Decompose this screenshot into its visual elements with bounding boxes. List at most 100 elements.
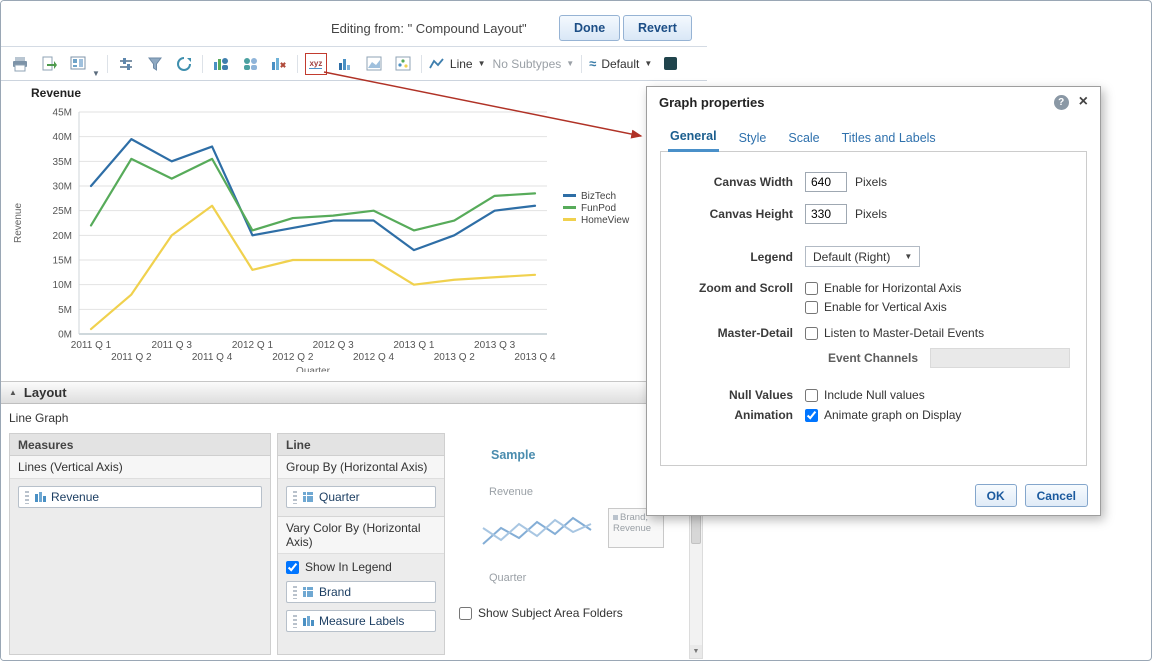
toolbar-separator bbox=[106, 54, 108, 73]
toolbar-separator bbox=[201, 54, 203, 73]
graph-type-select[interactable]: Line ▼ bbox=[429, 57, 486, 71]
toolbar-separator bbox=[420, 54, 422, 73]
animate-graph-checkbox[interactable]: Animate graph on Display bbox=[805, 408, 961, 422]
legend-dropdown[interactable]: Default (Right) ▼ bbox=[805, 246, 921, 267]
svg-text:2011 Q 1: 2011 Q 1 bbox=[71, 340, 112, 351]
print-icon[interactable] bbox=[9, 53, 31, 75]
svg-text:40M: 40M bbox=[53, 132, 72, 143]
include-null-values-checkbox[interactable]: Include Null values bbox=[805, 388, 925, 402]
svg-text:0M: 0M bbox=[58, 330, 72, 341]
event-channels-input[interactable] bbox=[930, 348, 1070, 368]
scatter-graph-icon[interactable] bbox=[392, 53, 414, 75]
bar-graph-icon[interactable] bbox=[334, 53, 356, 75]
event-channels-label: Event Channels bbox=[827, 351, 918, 365]
layout-panel-header[interactable]: ▲ Layout bbox=[1, 381, 707, 404]
toolbar-separator bbox=[581, 54, 583, 73]
filters-icon[interactable] bbox=[144, 53, 166, 75]
close-icon[interactable]: × bbox=[1079, 94, 1088, 110]
ok-button[interactable]: OK bbox=[974, 484, 1017, 507]
export-icon[interactable] bbox=[38, 53, 60, 75]
graph-editor-toolbar: ▼ xyz Line ▼ No Subtypes ▼ ≈ Default ▼ bbox=[1, 47, 707, 81]
measure-pill-revenue[interactable]: Revenue bbox=[18, 486, 262, 508]
tab-general[interactable]: General bbox=[668, 125, 719, 152]
dialog-tabs: General Style Scale Titles and Labels bbox=[660, 125, 1087, 152]
cancel-button[interactable]: Cancel bbox=[1024, 484, 1088, 507]
pixels-label: Pixels bbox=[855, 175, 888, 189]
pixels-label: Pixels bbox=[855, 207, 888, 221]
svg-text:15M: 15M bbox=[53, 256, 72, 267]
svg-text:5M: 5M bbox=[58, 305, 72, 316]
svg-text:Revenue: Revenue bbox=[13, 203, 24, 243]
refresh-icon[interactable] bbox=[173, 53, 195, 75]
svg-text:HomeView: HomeView bbox=[581, 215, 630, 226]
delete-view-icon[interactable] bbox=[268, 53, 290, 75]
duplicate-view-icon[interactable] bbox=[239, 53, 261, 75]
lines-vertical-axis-label: Lines (Vertical Axis) bbox=[10, 456, 270, 479]
drag-grip-icon bbox=[293, 585, 297, 599]
vary-color-pill-brand[interactable]: Brand bbox=[286, 581, 436, 603]
enable-vertical-axis-checkbox[interactable]: Enable for Vertical Axis bbox=[805, 300, 961, 314]
tab-style[interactable]: Style bbox=[737, 127, 769, 151]
column-icon bbox=[303, 616, 314, 626]
svg-text:2012 Q 2: 2012 Q 2 bbox=[272, 352, 314, 363]
sample-mini-chart bbox=[482, 516, 592, 545]
dashboard-preview-icon[interactable] bbox=[67, 53, 89, 75]
dialog-buttons: OK Cancel bbox=[974, 484, 1088, 507]
prompts-icon[interactable] bbox=[115, 53, 137, 75]
graph-view: Revenue 0M 5M 10M 15M 20M 25M 30M 35M 40M 45M 2011… bbox=[1, 81, 707, 381]
group-by-pill-quarter[interactable]: Quarter bbox=[286, 486, 436, 508]
svg-text:25M: 25M bbox=[53, 206, 72, 217]
svg-text:30M: 30M bbox=[53, 182, 72, 193]
application-window: Editing from: " Compound Layout" Done Re… bbox=[0, 0, 1152, 661]
enable-horizontal-axis-checkbox[interactable]: Enable for Horizontal Axis bbox=[805, 281, 961, 295]
svg-text:2012 Q 3: 2012 Q 3 bbox=[313, 340, 355, 351]
graph-style-select[interactable]: ≈ Default ▼ bbox=[589, 56, 652, 71]
chevron-down-icon: ▼ bbox=[566, 59, 575, 68]
master-detail-label: Master-Detail bbox=[717, 326, 793, 340]
editing-from-label: Editing from: " Compound Layout" bbox=[331, 21, 527, 36]
column-icon bbox=[303, 492, 313, 502]
sample-x-label: Quarter bbox=[489, 572, 527, 584]
zoom-and-scroll-label: Zoom and Scroll bbox=[698, 281, 793, 295]
toolbar-separator bbox=[296, 54, 298, 73]
chevron-down-icon: ▼ bbox=[644, 59, 653, 68]
revert-button[interactable]: Revert bbox=[623, 15, 692, 41]
chevron-down-icon: ▼ bbox=[904, 252, 913, 261]
show-in-legend-checkbox[interactable]: Show In Legend bbox=[286, 560, 436, 574]
help-icon[interactable]: ? bbox=[1053, 94, 1069, 110]
graph-properties-dialog: Graph properties ? × General Style Scale… bbox=[646, 86, 1101, 516]
fill-color-icon[interactable] bbox=[659, 53, 681, 75]
sample-y-label: Revenue bbox=[489, 486, 534, 498]
area-graph-icon[interactable] bbox=[363, 53, 385, 75]
column-icon bbox=[303, 587, 313, 597]
tab-titles-and-labels[interactable]: Titles and Labels bbox=[840, 127, 938, 151]
graph-properties-icon[interactable]: xyz bbox=[304, 52, 327, 75]
collapse-triangle-icon: ▲ bbox=[9, 388, 17, 397]
chevron-down-icon: ▼ bbox=[477, 59, 486, 68]
svg-text:2011 Q 2: 2011 Q 2 bbox=[111, 352, 152, 363]
drag-grip-icon bbox=[293, 614, 297, 628]
null-values-label: Null Values bbox=[728, 388, 793, 402]
vary-color-pill-measure-labels[interactable]: Measure Labels bbox=[286, 610, 436, 632]
line-panel: Line Group By (Horizontal Axis) Quarter … bbox=[277, 433, 445, 655]
dialog-title: Graph properties bbox=[659, 94, 765, 110]
vary-color-label: Vary Color By (Horizontal Axis) bbox=[278, 516, 444, 554]
export-menu-caret-icon[interactable]: ▼ bbox=[92, 69, 100, 78]
tab-scale[interactable]: Scale bbox=[786, 127, 821, 151]
edit-header: Editing from: " Compound Layout" Done Re… bbox=[1, 1, 707, 47]
animation-label: Animation bbox=[734, 408, 793, 422]
new-view-icon[interactable] bbox=[210, 53, 232, 75]
dialog-titlebar: Graph properties ? × bbox=[647, 87, 1100, 117]
graph-subtype-select[interactable]: No Subtypes ▼ bbox=[493, 57, 575, 71]
show-subject-area-folders-checkbox[interactable]: Show Subject Area Folders bbox=[459, 606, 623, 620]
canvas-width-input[interactable] bbox=[805, 172, 847, 192]
svg-text:2013 Q 1: 2013 Q 1 bbox=[393, 340, 435, 351]
svg-text:2013 Q 3: 2013 Q 3 bbox=[474, 340, 516, 351]
listen-master-detail-checkbox[interactable]: Listen to Master-Detail Events bbox=[805, 326, 984, 340]
done-button[interactable]: Done bbox=[559, 15, 621, 41]
canvas-height-input[interactable] bbox=[805, 204, 847, 224]
canvas-height-label: Canvas Height bbox=[709, 207, 793, 221]
svg-text:2012 Q 4: 2012 Q 4 bbox=[353, 352, 395, 363]
svg-text:45M: 45M bbox=[53, 108, 72, 119]
scroll-down-icon[interactable]: ▼ bbox=[690, 645, 702, 658]
